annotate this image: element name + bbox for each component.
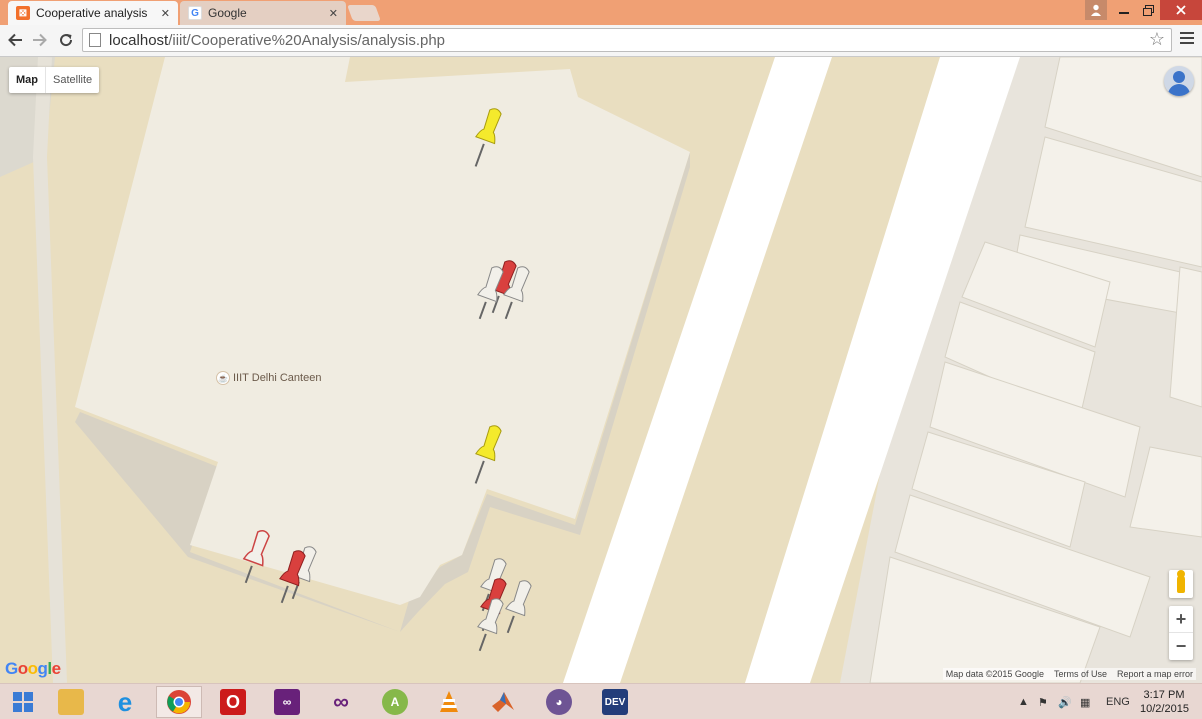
google-logo-letter: o: [27, 659, 38, 678]
poi-canteen[interactable]: ☕ IIIT Delhi Canteen: [216, 371, 321, 385]
taskbar-github[interactable]: ◕: [536, 686, 582, 718]
close-window-button[interactable]: [1160, 0, 1202, 20]
google-logo-letter: o: [17, 659, 28, 678]
tab-close-icon[interactable]: ✕: [161, 7, 170, 20]
dev-cpp-icon: DEV: [602, 689, 628, 715]
tray-expand-icon[interactable]: ▲: [1018, 684, 1029, 719]
tab-google[interactable]: G Google ✕: [180, 1, 346, 25]
taskbar-vlc[interactable]: [426, 686, 472, 718]
taskbar-opera[interactable]: O: [210, 686, 256, 718]
github-icon: ◕: [546, 689, 572, 715]
new-tab-button[interactable]: [347, 5, 381, 21]
map-data-text: Map data ©2015 Google: [945, 669, 1044, 679]
url-text: localhost/iiit/Cooperative%20Analysis/an…: [109, 32, 445, 49]
clock-time: 3:17 PM: [1143, 689, 1185, 701]
street-view-pegman-icon[interactable]: [1169, 570, 1193, 598]
volume-icon[interactable]: 🔊: [1058, 684, 1072, 719]
forward-button[interactable]: [29, 29, 51, 51]
taskbar-internet-explorer[interactable]: e: [102, 686, 148, 718]
chrome-menu-icon[interactable]: [1180, 32, 1194, 47]
zoom-out-button[interactable]: −: [1169, 633, 1193, 660]
clock[interactable]: 3:17 PM 10/2/2015: [1140, 688, 1189, 716]
restore-button[interactable]: [1136, 0, 1160, 20]
back-button[interactable]: [4, 29, 26, 51]
taskbar-android-studio[interactable]: A: [372, 686, 418, 718]
report-map-error-link[interactable]: Report a map error: [1117, 669, 1193, 679]
tab-close-icon[interactable]: ✕: [329, 7, 338, 20]
opera-icon: O: [220, 689, 246, 715]
page-icon: [89, 33, 101, 47]
taskbar-matlab[interactable]: [480, 686, 526, 718]
internet-explorer-icon: e: [117, 686, 133, 717]
google-logo-letter: G: [5, 659, 18, 678]
google-icon: G: [188, 6, 202, 20]
visual-studio-icon: ∞: [274, 689, 300, 715]
map-type-map-button[interactable]: Map: [9, 67, 46, 93]
google-logo-letter: e: [51, 659, 61, 678]
taskbar-file-explorer[interactable]: [48, 686, 94, 718]
vlc-icon: [440, 691, 458, 712]
minimize-button[interactable]: [1112, 0, 1136, 20]
reload-button[interactable]: [55, 29, 77, 51]
zoom-in-button[interactable]: +: [1169, 606, 1193, 633]
matlab-icon: [492, 692, 514, 712]
url-path: /iiit/Cooperative%20Analysis/analysis.ph…: [168, 31, 446, 49]
language-indicator[interactable]: ENG: [1106, 684, 1130, 719]
tab-title: Google: [208, 6, 247, 20]
taskbar-visual-studio[interactable]: ∞: [264, 686, 310, 718]
zoom-control: + −: [1169, 606, 1193, 660]
bookmark-star-icon[interactable]: ☆: [1149, 29, 1165, 50]
google-logo-letter: g: [37, 659, 48, 678]
android-studio-icon: A: [382, 689, 408, 715]
map-attribution: Map data ©2015 Google Terms of Use Repor…: [942, 668, 1196, 680]
windows-icon: [13, 692, 33, 712]
start-button[interactable]: [0, 686, 46, 718]
visual-studio-icon: ∞: [333, 689, 349, 714]
browser-toolbar: localhost/iiit/Cooperative%20Analysis/an…: [0, 25, 1202, 57]
terms-of-use-link[interactable]: Terms of Use: [1054, 669, 1107, 679]
map-type-control: Map Satellite: [9, 67, 100, 93]
windows-taskbar: e O ∞ ∞ A ◕ DEV ▲ ⚑ 🔊 ▦ ENG 3:17 PM 10/2…: [0, 683, 1202, 719]
folder-icon: [58, 689, 84, 715]
user-avatar-icon[interactable]: [1164, 66, 1194, 96]
profile-icon[interactable]: [1085, 0, 1107, 20]
poi-label: IIIT Delhi Canteen: [233, 372, 322, 384]
clock-date: 10/2/2015: [1140, 703, 1189, 715]
map-type-satellite-button[interactable]: Satellite: [46, 67, 99, 93]
taskbar-dev-cpp[interactable]: DEV: [592, 686, 638, 718]
network-icon[interactable]: ▦: [1080, 684, 1090, 719]
url-host: localhost: [109, 31, 169, 49]
taskbar-chrome[interactable]: [156, 686, 202, 718]
google-logo[interactable]: Google: [5, 659, 61, 679]
map-canvas[interactable]: Map Satellite ☕ IIIT Delhi Canteen + − G…: [0, 57, 1202, 683]
tab-title: Cooperative analysis: [36, 6, 148, 20]
window-title-bar: ⊠ Cooperative analysis ✕ G Google ✕: [0, 0, 1202, 25]
taskbar-visual-studio-2[interactable]: ∞: [318, 686, 364, 718]
address-bar[interactable]: localhost/iiit/Cooperative%20Analysis/an…: [82, 28, 1172, 52]
cafe-icon: ☕: [216, 371, 230, 385]
tab-cooperative-analysis[interactable]: ⊠ Cooperative analysis ✕: [8, 1, 178, 25]
chrome-icon: [167, 690, 191, 714]
map-tiles: [0, 57, 1202, 683]
xampp-icon: ⊠: [16, 6, 30, 20]
action-center-flag-icon[interactable]: ⚑: [1038, 684, 1048, 719]
